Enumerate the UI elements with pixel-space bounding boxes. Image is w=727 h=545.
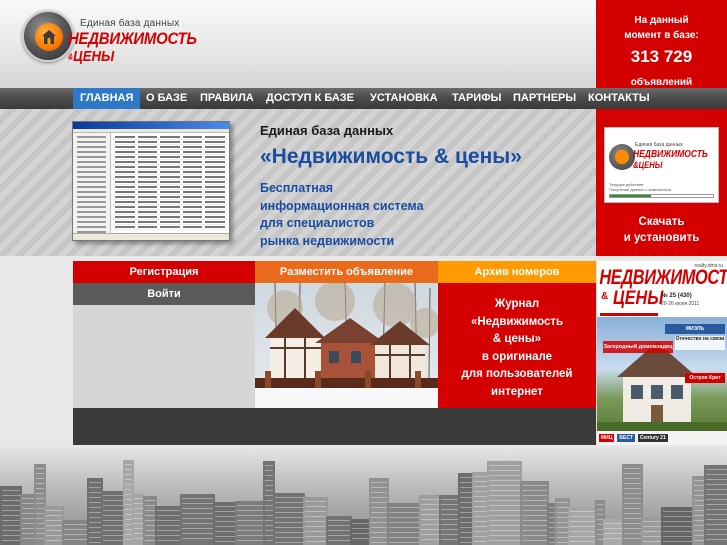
login-button[interactable]: Войти bbox=[73, 283, 255, 305]
city-skyline bbox=[0, 445, 727, 545]
house-photo bbox=[255, 283, 438, 408]
post-ad-button[interactable]: Разместить объявление bbox=[255, 261, 438, 283]
download-panel[interactable]: Единая база данных НЕДВИЖИМОСТЬ &ЦЕНЫ Те… bbox=[596, 109, 727, 256]
logo-name: НЕДВИЖИМОСТЬ bbox=[68, 29, 197, 48]
nav-item-home[interactable]: ГЛАВНАЯ bbox=[73, 88, 141, 109]
banner-title: Единая база данных bbox=[260, 123, 394, 138]
archive-button[interactable]: Архив номеров bbox=[438, 261, 596, 283]
nav-item-install[interactable]: УСТАНОВКА bbox=[370, 88, 438, 109]
installer-logo-icon bbox=[609, 144, 635, 170]
house-icon bbox=[42, 30, 56, 44]
nav-item-about[interactable]: О БАЗЕ bbox=[146, 88, 187, 109]
magazine-date: 20-26 июня 2011 bbox=[661, 301, 700, 307]
ads-counter: На данный момент в базе: 313 729 объявле… bbox=[596, 0, 727, 88]
installer-progress bbox=[609, 194, 714, 198]
nav-item-rules[interactable]: ПРАВИЛА bbox=[200, 88, 254, 109]
counter-unit: объявлений bbox=[630, 77, 693, 88]
left-panel bbox=[73, 305, 255, 408]
nav-item-partners[interactable]: ПАРТНЕРЫ bbox=[513, 88, 576, 109]
magazine-sponsors: МИЦ БЕСТ Century 21 bbox=[597, 431, 727, 445]
magazine-cover[interactable]: realty.dmir.ru НЕДВИЖИМОСТЬ & ЦЕНЫ № 25 … bbox=[596, 261, 727, 445]
counter-value: 313 729 bbox=[630, 47, 693, 66]
logo-name2: &ЦЕНЫ bbox=[68, 48, 115, 65]
nav-item-contacts[interactable]: КОНТАКТЫ bbox=[588, 88, 650, 109]
logo-tagline: Единая база данных bbox=[80, 18, 180, 29]
nav-item-tariffs[interactable]: ТАРИФЫ bbox=[452, 88, 501, 109]
site-logo[interactable]: Единая база данных НЕДВИЖИМОСТЬ &ЦЕНЫ bbox=[22, 10, 197, 70]
installer-preview: Единая база данных НЕДВИЖИМОСТЬ &ЦЕНЫ Те… bbox=[604, 127, 719, 203]
download-link[interactable]: Скачать и установить bbox=[596, 214, 727, 246]
counter-caption: На данный момент в базе: bbox=[624, 15, 699, 41]
site-header: Единая база данных НЕДВИЖИМОСТЬ &ЦЕНЫ На… bbox=[0, 0, 727, 88]
banner-description: Бесплатная информационная система для сп… bbox=[260, 181, 424, 248]
magazine-issue: № 25 (430) bbox=[661, 293, 692, 299]
magazine-title: НЕДВИЖИМОСТЬ bbox=[599, 266, 727, 289]
logo-emblem bbox=[22, 10, 74, 62]
app-screenshot bbox=[72, 121, 230, 241]
main-nav: ГЛАВНАЯ О БАЗЕ ПРАВИЛА ДОСТУП К БАЗЕ УСТ… bbox=[0, 88, 727, 109]
promo-banner: Единая база данных «Недвижимость & цены»… bbox=[0, 109, 596, 256]
journal-promo[interactable]: Журнал «Недвижимость & цены» в оригинале… bbox=[438, 283, 596, 408]
banner-product-name: «Недвижимость & цены» bbox=[260, 145, 522, 168]
register-button[interactable]: Регистрация bbox=[73, 261, 255, 283]
nav-item-access[interactable]: ДОСТУП К БАЗЕ bbox=[266, 88, 354, 109]
